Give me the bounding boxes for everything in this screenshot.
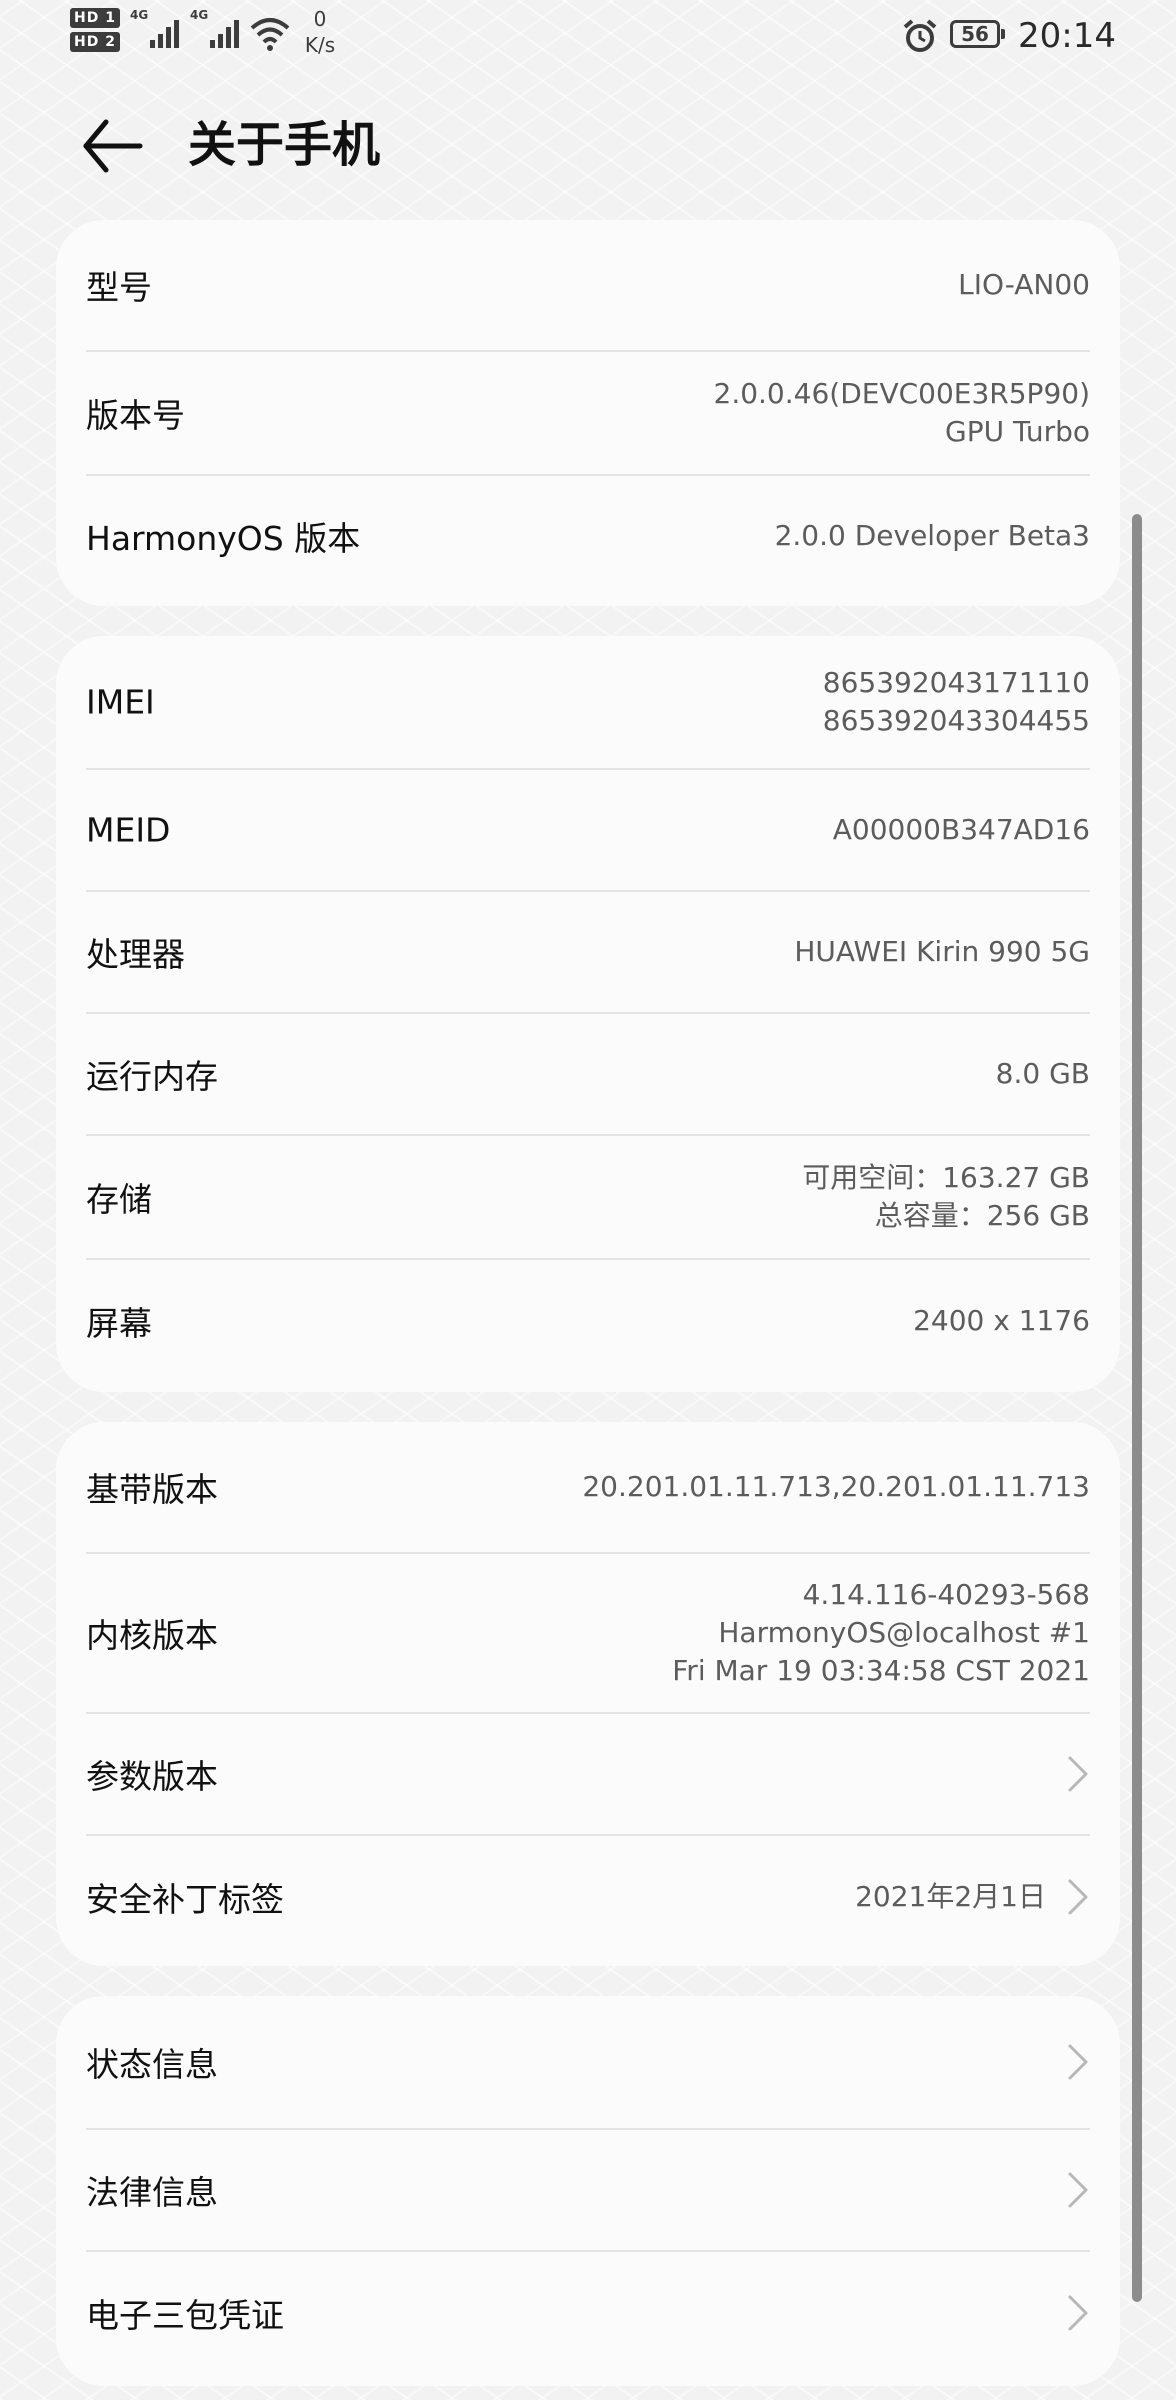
arrow-left-icon [83, 119, 143, 173]
status-bar: HD 1 HD 2 4G 4G 0 K/s 56 20:14 [0, 0, 1176, 70]
row-meid: MEID A00000B347AD16 [86, 770, 1090, 892]
row-label: 电子三包凭证 [86, 2296, 284, 2335]
row-value: 2.0.0.46(DEVC00E3R5P90) GPU Turbo [714, 375, 1091, 451]
row-label: 处理器 [86, 935, 185, 974]
row-label: HarmonyOS 版本 [86, 519, 361, 558]
row-value: HUAWEI Kirin 990 5G [794, 933, 1090, 971]
value-line: LIO-AN00 [958, 268, 1090, 301]
network-speed-value: 0 [313, 7, 327, 31]
row-label: 版本号 [86, 396, 185, 435]
network-type-sim1: 4G [130, 8, 149, 22]
row-label: 存储 [86, 1180, 152, 1219]
row-imei: IMEI 865392043171110 865392043304455 [86, 636, 1090, 770]
row-build-number: 版本号 2.0.0.46(DEVC00E3R5P90) GPU Turbo [86, 352, 1090, 476]
row-warranty-certificate[interactable]: 电子三包凭证 [86, 2252, 1090, 2374]
row-label: 法律信息 [86, 2173, 218, 2212]
value-line: 总容量：256 GB [874, 1199, 1090, 1232]
status-bar-time: 20:14 [1018, 16, 1116, 56]
value-line: 20.201.01.11.713,20.201.01.11.713 [582, 1470, 1090, 1503]
row-value: 2.0.0 Developer Beta3 [775, 517, 1090, 555]
row-label: 基带版本 [86, 1470, 218, 1509]
value-line: 4.14.116-40293-568 [802, 1578, 1090, 1611]
battery-icon: 56 [950, 20, 1005, 48]
value-line: 865392043171110 [822, 666, 1090, 699]
row-label: 参数版本 [86, 1757, 218, 1796]
page-header: 关于手机 [0, 70, 1176, 220]
value-line: HarmonyOS@localhost #1 [718, 1616, 1090, 1649]
page-title: 关于手机 [188, 117, 381, 173]
value-line: 2400 x 1176 [913, 1304, 1090, 1337]
row-value: 可用空间：163.27 GB 总容量：256 GB [802, 1159, 1090, 1235]
value-line: 865392043304455 [822, 704, 1090, 737]
hardware-info-card: IMEI 865392043171110 865392043304455 MEI… [56, 636, 1120, 1392]
hd-2-icon: HD 2 [70, 32, 120, 52]
network-speed-unit: K/s [304, 33, 336, 57]
signal-sim2-icon: 4G [190, 8, 242, 52]
row-parameter-version[interactable]: 参数版本 [86, 1714, 1090, 1836]
back-button[interactable] [80, 114, 152, 178]
value-line: 2.0.0.46(DEVC00E3R5P90) [713, 377, 1091, 410]
network-speed: 0 K/s [298, 6, 342, 58]
network-type-sim2: 4G [190, 8, 209, 22]
row-label: 状态信息 [86, 2045, 218, 2084]
row-label: 安全补丁标签 [86, 1880, 284, 1919]
row-status-info[interactable]: 状态信息 [86, 1996, 1090, 2130]
value-line: 2021年2月1日 [855, 1880, 1046, 1913]
row-value: 8.0 GB [996, 1055, 1090, 1093]
row-value: A00000B347AD16 [833, 811, 1090, 849]
value-line: 8.0 GB [995, 1057, 1090, 1090]
row-value: 20.201.01.11.713,20.201.01.11.713 [582, 1468, 1090, 1506]
row-storage: 存储 可用空间：163.27 GB 总容量：256 GB [86, 1136, 1090, 1260]
sim-indicators: HD 1 HD 2 [70, 8, 120, 56]
row-baseband-version: 基带版本 20.201.01.11.713,20.201.01.11.713 [86, 1422, 1090, 1554]
row-value: 4.14.116-40293-568 HarmonyOS@localhost #… [672, 1576, 1090, 1690]
row-value: LIO-AN00 [958, 266, 1090, 304]
more-info-card: 状态信息 法律信息 电子三包凭证 [56, 1996, 1120, 2386]
software-info-card: 基带版本 20.201.01.11.713,20.201.01.11.713 内… [56, 1422, 1120, 1966]
row-model: 型号 LIO-AN00 [86, 220, 1090, 352]
value-line: Fri Mar 19 03:34:58 CST 2021 [672, 1654, 1090, 1687]
value-line: 可用空间：163.27 GB [802, 1161, 1090, 1194]
alarm-icon [902, 18, 938, 58]
hd-1-icon: HD 1 [70, 8, 120, 28]
scrollbar[interactable] [1132, 514, 1142, 2302]
row-label: 型号 [86, 268, 152, 307]
row-label: IMEI [86, 682, 155, 722]
row-label: 屏幕 [86, 1304, 152, 1343]
wifi-icon [250, 16, 290, 56]
row-harmonyos-version: HarmonyOS 版本 2.0.0 Developer Beta3 [86, 476, 1090, 596]
value-line: A00000B347AD16 [832, 813, 1090, 846]
chevron-right-icon [1068, 1756, 1088, 1792]
chevron-right-icon [1068, 2044, 1088, 2080]
device-info-card: 型号 LIO-AN00 版本号 2.0.0.46(DEVC00E3R5P90) … [56, 220, 1120, 606]
row-ram: 运行内存 8.0 GB [86, 1014, 1090, 1136]
chevron-right-icon [1068, 2295, 1088, 2331]
chevron-right-icon [1068, 1879, 1088, 1915]
row-value: 2400 x 1176 [913, 1302, 1090, 1340]
row-processor: 处理器 HUAWEI Kirin 990 5G [86, 892, 1090, 1014]
row-label: 运行内存 [86, 1057, 218, 1096]
row-label: MEID [86, 810, 171, 850]
row-legal-info[interactable]: 法律信息 [86, 2130, 1090, 2252]
row-value: 2021年2月1日 [855, 1878, 1046, 1916]
row-kernel-version: 内核版本 4.14.116-40293-568 HarmonyOS@localh… [86, 1554, 1090, 1714]
row-label: 内核版本 [86, 1616, 218, 1655]
row-security-patch[interactable]: 安全补丁标签 2021年2月1日 [86, 1836, 1090, 1958]
signal-sim1-icon: 4G [130, 8, 182, 52]
chevron-right-icon [1068, 2172, 1088, 2208]
row-value: 865392043171110 865392043304455 [823, 664, 1090, 740]
row-screen: 屏幕 2400 x 1176 [86, 1260, 1090, 1382]
value-line: 2.0.0 Developer Beta3 [774, 519, 1090, 552]
value-line: GPU Turbo [945, 415, 1090, 448]
value-line: HUAWEI Kirin 990 5G [794, 935, 1090, 968]
